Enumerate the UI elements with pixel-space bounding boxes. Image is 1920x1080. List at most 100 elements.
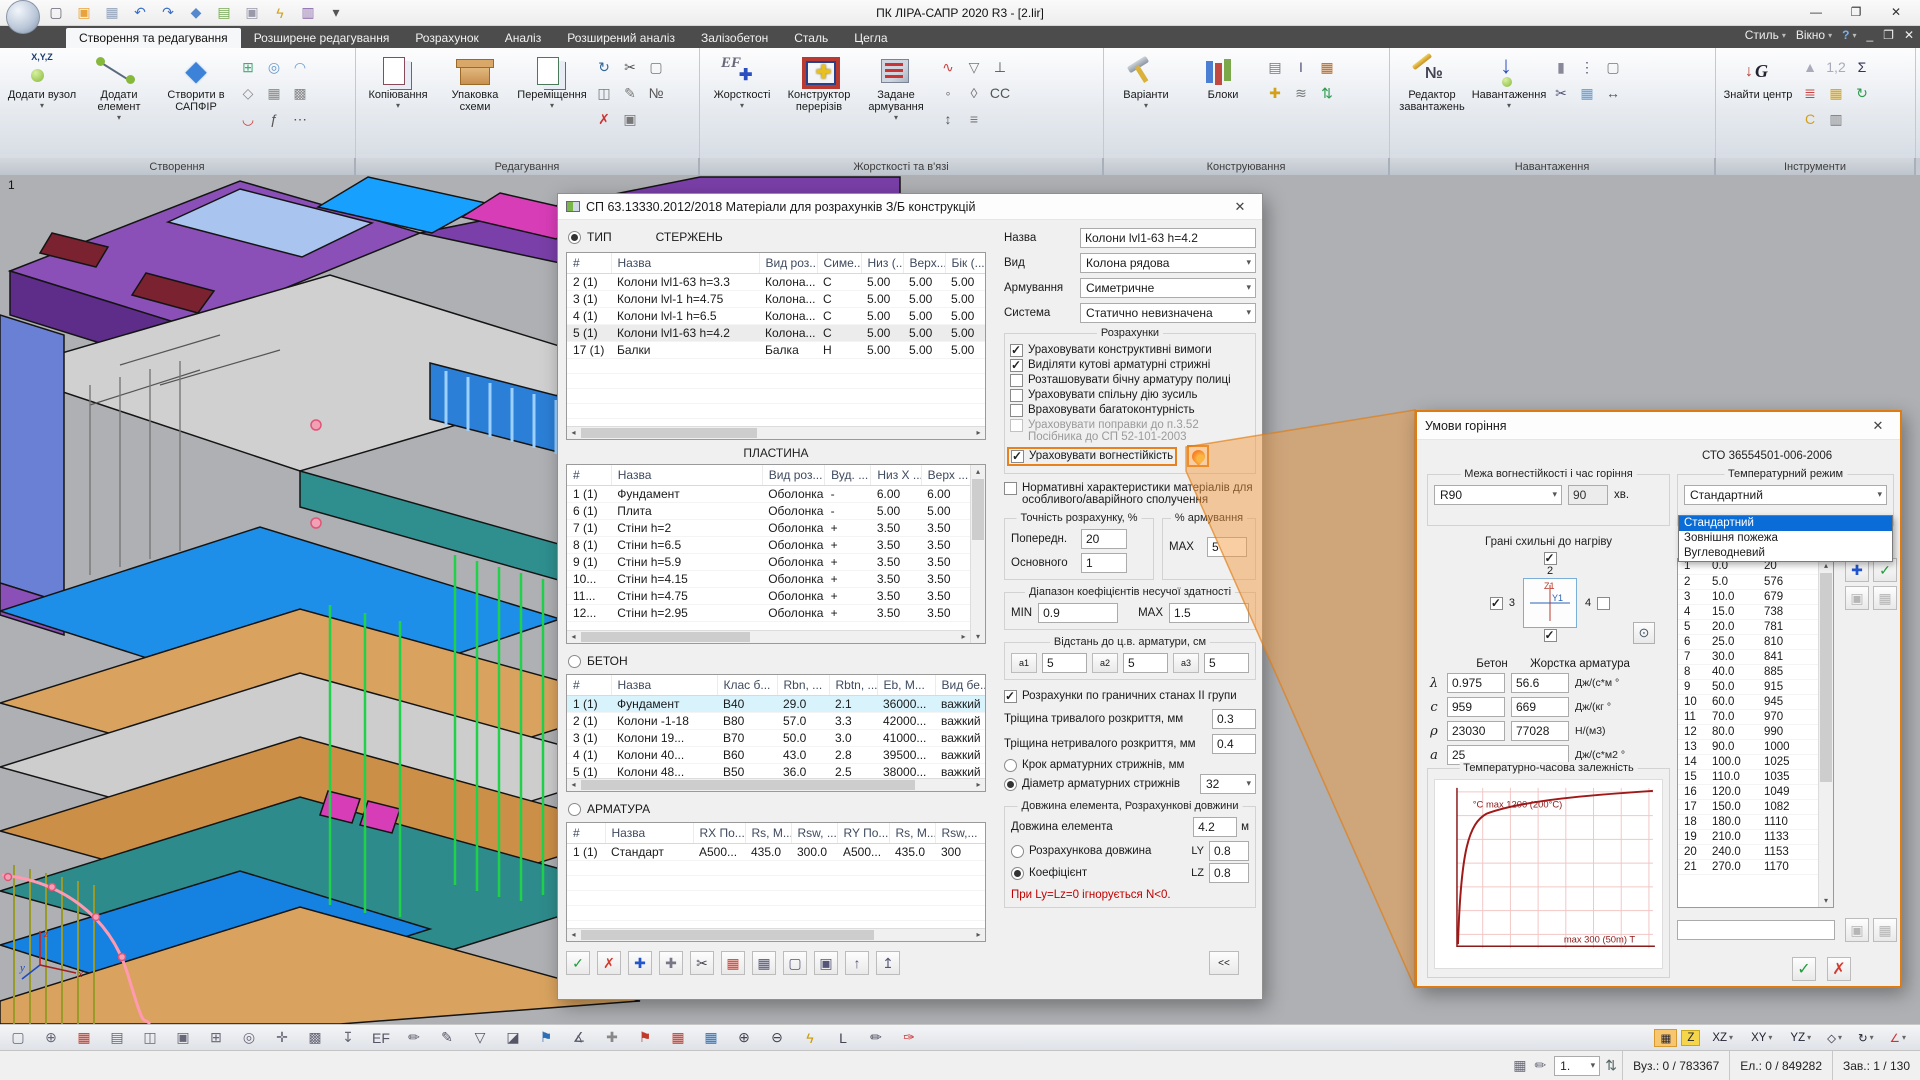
a1-icon[interactable]: a1 [1011, 653, 1037, 673]
section-cube-icon[interactable]: ◪ [503, 1029, 523, 1046]
camera-icon[interactable]: ▣ [242, 4, 262, 21]
c-concrete-input[interactable]: 959 [1447, 697, 1505, 717]
fit-scheme-icon[interactable]: ▦ [1513, 1057, 1526, 1074]
flag-red-icon[interactable]: ⚑ [635, 1029, 655, 1046]
table-row[interactable]: 1 (1)ФундаментB4029.02.136000...важкий [567, 696, 986, 713]
reinf-percent-input[interactable]: 5 [1207, 537, 1247, 557]
redo-icon[interactable]: ↷ [158, 4, 178, 21]
magnifier-button[interactable]: ⊙ [1633, 622, 1655, 644]
close-button[interactable]: ✕ [1876, 0, 1916, 24]
column-header[interactable]: Назва [611, 465, 762, 486]
table-row[interactable]: 3 (1)Колони 19...B7050.03.041000...важки… [567, 730, 986, 747]
ribbon-group-label[interactable]: Жорсткості та в'язі [700, 158, 1104, 175]
model-cube-icon[interactable]: ◆ [186, 4, 206, 21]
column-header[interactable]: RY По... [837, 823, 889, 844]
brick-icon[interactable]: ▦ [1315, 55, 1339, 79]
arc-icon[interactable]: ◡ [236, 107, 260, 131]
accuracy-main-input[interactable]: 1 [1081, 553, 1127, 573]
move-tool-icon[interactable]: ✛ [272, 1029, 292, 1046]
minimize-button[interactable]: — [1796, 0, 1836, 24]
horizontal-scrollbar[interactable]: ◂▸ [567, 630, 970, 643]
pointer-icon[interactable]: ▲ [1798, 55, 1822, 79]
ribbon-button-stiffness[interactable]: Жорсткості▾ [705, 51, 779, 156]
column-header[interactable]: Назва [611, 675, 717, 696]
flag-blue-icon[interactable]: ⚑ [536, 1029, 556, 1046]
measure-icon[interactable]: ∡ [569, 1029, 589, 1046]
temp-mode-combo[interactable]: Стандартний [1684, 485, 1887, 505]
table-row[interactable]: 25.0576 [1678, 574, 1818, 589]
crack-long-input[interactable]: 0.3 [1212, 709, 1256, 729]
table-row[interactable] [567, 876, 986, 891]
checkbox-box[interactable] [1010, 359, 1023, 372]
dialog-close-button[interactable]: ✕ [1864, 418, 1892, 434]
z-function-icon[interactable]: ƒ [262, 107, 286, 131]
vertical-scrollbar[interactable]: ▴▾ [970, 465, 985, 643]
c-table-icon[interactable]: C [1798, 107, 1822, 131]
checkbox-item-4[interactable]: Враховувати багатоконтурність [1010, 404, 1250, 417]
filter-icon[interactable]: ▽ [470, 1029, 490, 1046]
table-row[interactable]: 21270.01170 [1678, 859, 1818, 874]
app-logo-icon[interactable] [6, 0, 40, 34]
column-header[interactable]: # [567, 253, 611, 274]
radio-coef-row[interactable]: Коефіцієнт LZ 0.8 [1011, 863, 1249, 883]
column-header[interactable]: Вид роз... [762, 465, 824, 486]
column-header[interactable]: Верх ... [921, 465, 971, 486]
face-bottom-checkbox[interactable] [1544, 629, 1557, 642]
radio-concrete[interactable] [568, 655, 581, 668]
ribbon-group-label[interactable]: Редагування [356, 158, 700, 175]
ribbon-button-loads[interactable]: Навантаження▾ [1472, 51, 1546, 156]
tab-1[interactable]: Розширене редагування [241, 28, 403, 48]
view-plane-button[interactable]: ◇▾ [1821, 1029, 1848, 1047]
delete-icon[interactable]: ✗ [597, 951, 621, 975]
view-xz-button[interactable]: XZ▾ [1704, 1030, 1739, 1046]
pack-copy-icon[interactable]: ▣ [618, 107, 642, 131]
tie-icon[interactable]: ↕ [936, 107, 960, 131]
level-icon[interactable]: ≡ [962, 107, 986, 131]
target-icon[interactable]: ◎ [239, 1029, 259, 1046]
column-header[interactable]: Rs, М... [745, 823, 791, 844]
ribbon-button-load-editor[interactable]: Редактор завантажень [1395, 51, 1469, 156]
table-row[interactable] [567, 359, 986, 374]
table-row[interactable]: 4 (1)Колони lvl-1 h=6.5Колона...С5.005.0… [567, 308, 986, 325]
table-row[interactable]: 1060.0945 [1678, 694, 1818, 709]
ok-button[interactable]: ✓ [1792, 957, 1816, 981]
checkbox-fire-resistance[interactable]: Ураховувати вогнестійкість [1010, 445, 1250, 467]
convert-loads-icon[interactable]: ↔ [1601, 81, 1625, 105]
table-row[interactable]: 625.0810 [1678, 634, 1818, 649]
cut-icon[interactable]: ✂ [690, 951, 714, 975]
add-green-icon[interactable]: ⇅ [1315, 81, 1339, 105]
table-row[interactable]: 730.0841 [1678, 649, 1818, 664]
zoom-in-icon[interactable]: ⊕ [734, 1029, 754, 1046]
rotate-view-button[interactable]: ↻▾ [1852, 1029, 1880, 1047]
a1-input[interactable]: 5 [1042, 653, 1087, 673]
table-row[interactable]: 2 (1)Колони lvl1-63 h=3.3Колона...С5.005… [567, 274, 986, 291]
table-row[interactable]: 415.0738 [1678, 604, 1818, 619]
numbers-icon[interactable]: 1,2 [1824, 55, 1848, 79]
export-button[interactable]: ▦ [1873, 586, 1897, 610]
dialog-title-bar[interactable]: Умови горіння ✕ [1417, 412, 1900, 440]
split-view-icon[interactable]: ◫ [140, 1029, 160, 1046]
lambda-rebar-input[interactable]: 56.6 [1511, 673, 1569, 693]
horizontal-scrollbar[interactable]: ◂▸ [567, 928, 985, 941]
checkbox-box[interactable] [1010, 374, 1023, 387]
column-header[interactable]: Верх... [903, 253, 945, 274]
rho-rebar-input[interactable]: 77028 [1511, 721, 1569, 741]
checkbox-box[interactable] [1011, 450, 1024, 463]
table-row[interactable]: 12...Стіни h=2.95Оболонка+3.503.50 [567, 605, 972, 622]
rebar-cage-icon[interactable]: ▤ [1263, 55, 1287, 79]
column-header[interactable]: Rbn, ... [777, 675, 829, 696]
copy-doc-icon[interactable]: ▢ [783, 951, 807, 975]
fire-conditions-button[interactable] [1187, 445, 1209, 467]
table-row[interactable]: 16120.01049 [1678, 784, 1818, 799]
table-row[interactable]: 950.0915 [1678, 679, 1818, 694]
max-input[interactable]: 1.5 [1169, 603, 1249, 623]
crack-short-input[interactable]: 0.4 [1212, 734, 1256, 754]
column-header[interactable]: Низ (... [861, 253, 903, 274]
table-row[interactable]: 15110.01035 [1678, 769, 1818, 784]
pencil2-icon[interactable]: ✏ [866, 1029, 886, 1046]
vertical-scrollbar[interactable]: ▴▾ [1818, 559, 1833, 907]
tab-0[interactable]: Створення та редагування [66, 28, 241, 48]
lz-input[interactable]: 0.8 [1209, 863, 1249, 883]
table-row[interactable]: 1170.0970 [1678, 709, 1818, 724]
palette-icon[interactable]: ▦ [1824, 81, 1848, 105]
